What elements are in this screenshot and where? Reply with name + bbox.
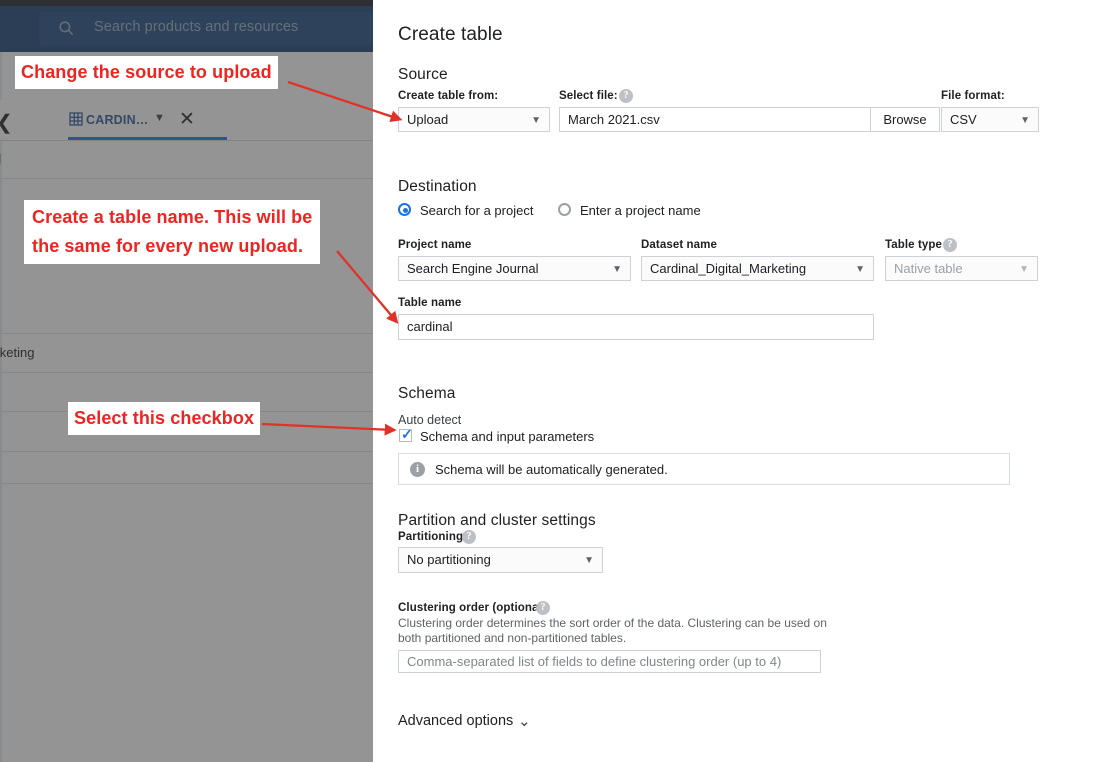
chevron-down-icon: ▼	[1020, 108, 1030, 132]
clustering-order-label: Clustering order (optional):	[398, 602, 550, 614]
browse-button-label: Browse	[883, 112, 926, 127]
create-table-from-value: Upload	[407, 112, 448, 127]
auto-detect-label: Auto detect	[398, 413, 461, 427]
table-type-select[interactable]: Native table ▼	[885, 256, 1038, 281]
chevron-down-icon: ▼	[531, 108, 541, 132]
search-icon	[57, 19, 75, 37]
create-table-from-select[interactable]: Upload ▼	[398, 107, 550, 132]
background-headline-text: g	[0, 148, 1, 168]
divider	[2, 483, 373, 484]
close-icon[interactable]: ✕	[179, 108, 195, 131]
divider	[2, 451, 373, 452]
table-name-label: Table name	[398, 297, 461, 309]
radio-enter-a-project-name[interactable]	[558, 203, 571, 216]
chevron-down-icon[interactable]: ⌄	[518, 712, 531, 730]
project-name-label: Project name	[398, 239, 471, 251]
create-table-dialog: Create table Source Create table from: U…	[373, 0, 1116, 762]
table-type-value: Native table	[894, 261, 963, 276]
table-grid-icon	[69, 112, 83, 126]
dataset-name-select[interactable]: Cardinal_Digital_Marketing ▼	[641, 256, 874, 281]
schema-info-bar: i Schema will be automatically generated…	[398, 453, 1010, 485]
help-icon[interactable]: ?	[462, 530, 476, 544]
page-title: Create table	[398, 24, 503, 46]
table-name-input[interactable]: cardinal	[398, 314, 874, 340]
chevron-down-icon: ▼	[584, 548, 594, 573]
table-type-label: Table type	[885, 239, 942, 251]
clustering-order-placeholder: Comma-separated list of fields to define…	[407, 654, 781, 669]
section-heading-schema: Schema	[398, 385, 455, 403]
schema-info-text: Schema will be automatically generated.	[435, 462, 668, 477]
tab-label: CARDIN…	[86, 113, 149, 127]
background-row-text: al_Marketing	[0, 345, 34, 360]
schema-autodetect-label[interactable]: Schema and input parameters	[420, 429, 594, 444]
project-name-value: Search Engine Journal	[407, 261, 539, 276]
divider	[2, 372, 373, 373]
radio-label-search-for-a-project[interactable]: Search for a project	[420, 203, 533, 218]
annotation-change-source: Change the source to upload	[15, 56, 278, 89]
partitioning-select[interactable]: No partitioning ▼	[398, 547, 603, 573]
partitioning-value: No partitioning	[407, 552, 491, 567]
create-table-from-label: Create table from:	[398, 90, 498, 102]
section-heading-destination: Destination	[398, 178, 477, 196]
chevron-down-icon: ▼	[1019, 257, 1029, 281]
clustering-order-input[interactable]: Comma-separated list of fields to define…	[398, 650, 821, 673]
clustering-order-description: Clustering order determines the sort ord…	[398, 616, 828, 646]
browse-button[interactable]: Browse	[870, 107, 940, 132]
chevron-down-icon: ▼	[855, 257, 865, 281]
help-icon[interactable]: ?	[536, 601, 550, 615]
select-file-value: March 2021.csv	[568, 112, 660, 127]
schema-autodetect-checkbox[interactable]: ✓	[399, 429, 412, 442]
radio-search-for-a-project[interactable]	[398, 203, 411, 216]
advanced-options-toggle[interactable]: Advanced options	[398, 713, 513, 729]
console-background: Search products and resources ❮ CARDIN… …	[0, 0, 373, 762]
select-file-input[interactable]: March 2021.csv	[559, 107, 871, 132]
file-format-value: CSV	[950, 112, 977, 127]
file-format-select[interactable]: CSV ▼	[941, 107, 1039, 132]
section-heading-partition: Partition and cluster settings	[398, 512, 596, 530]
select-file-label: Select file:	[559, 90, 618, 102]
file-format-label: File format:	[941, 90, 1005, 102]
divider	[2, 178, 373, 179]
help-icon[interactable]: ?	[943, 238, 957, 252]
annotation-select-checkbox: Select this checkbox	[68, 402, 260, 435]
radio-label-enter-a-project-name[interactable]: Enter a project name	[580, 203, 701, 218]
project-name-select[interactable]: Search Engine Journal ▼	[398, 256, 631, 281]
partitioning-label: Partitioning:	[398, 531, 467, 543]
chevron-down-icon[interactable]: ▼	[154, 112, 165, 124]
dataset-name-label: Dataset name	[641, 239, 717, 251]
search-placeholder-text: Search products and resources	[94, 19, 298, 35]
section-heading-source: Source	[398, 66, 448, 84]
radio-dot	[403, 208, 408, 213]
info-icon: i	[410, 462, 425, 477]
divider	[2, 333, 373, 334]
table-name-value: cardinal	[407, 319, 453, 334]
chevron-left-icon[interactable]: ❮	[0, 110, 13, 135]
dataset-name-value: Cardinal_Digital_Marketing	[650, 261, 806, 276]
help-icon[interactable]: ?	[619, 89, 633, 103]
chevron-down-icon: ▼	[612, 257, 622, 281]
check-icon: ✓	[401, 427, 413, 439]
annotation-create-table-name: Create a table name. This will be the sa…	[24, 200, 320, 264]
screenshot-root: Search products and resources ❮ CARDIN… …	[0, 0, 1116, 762]
